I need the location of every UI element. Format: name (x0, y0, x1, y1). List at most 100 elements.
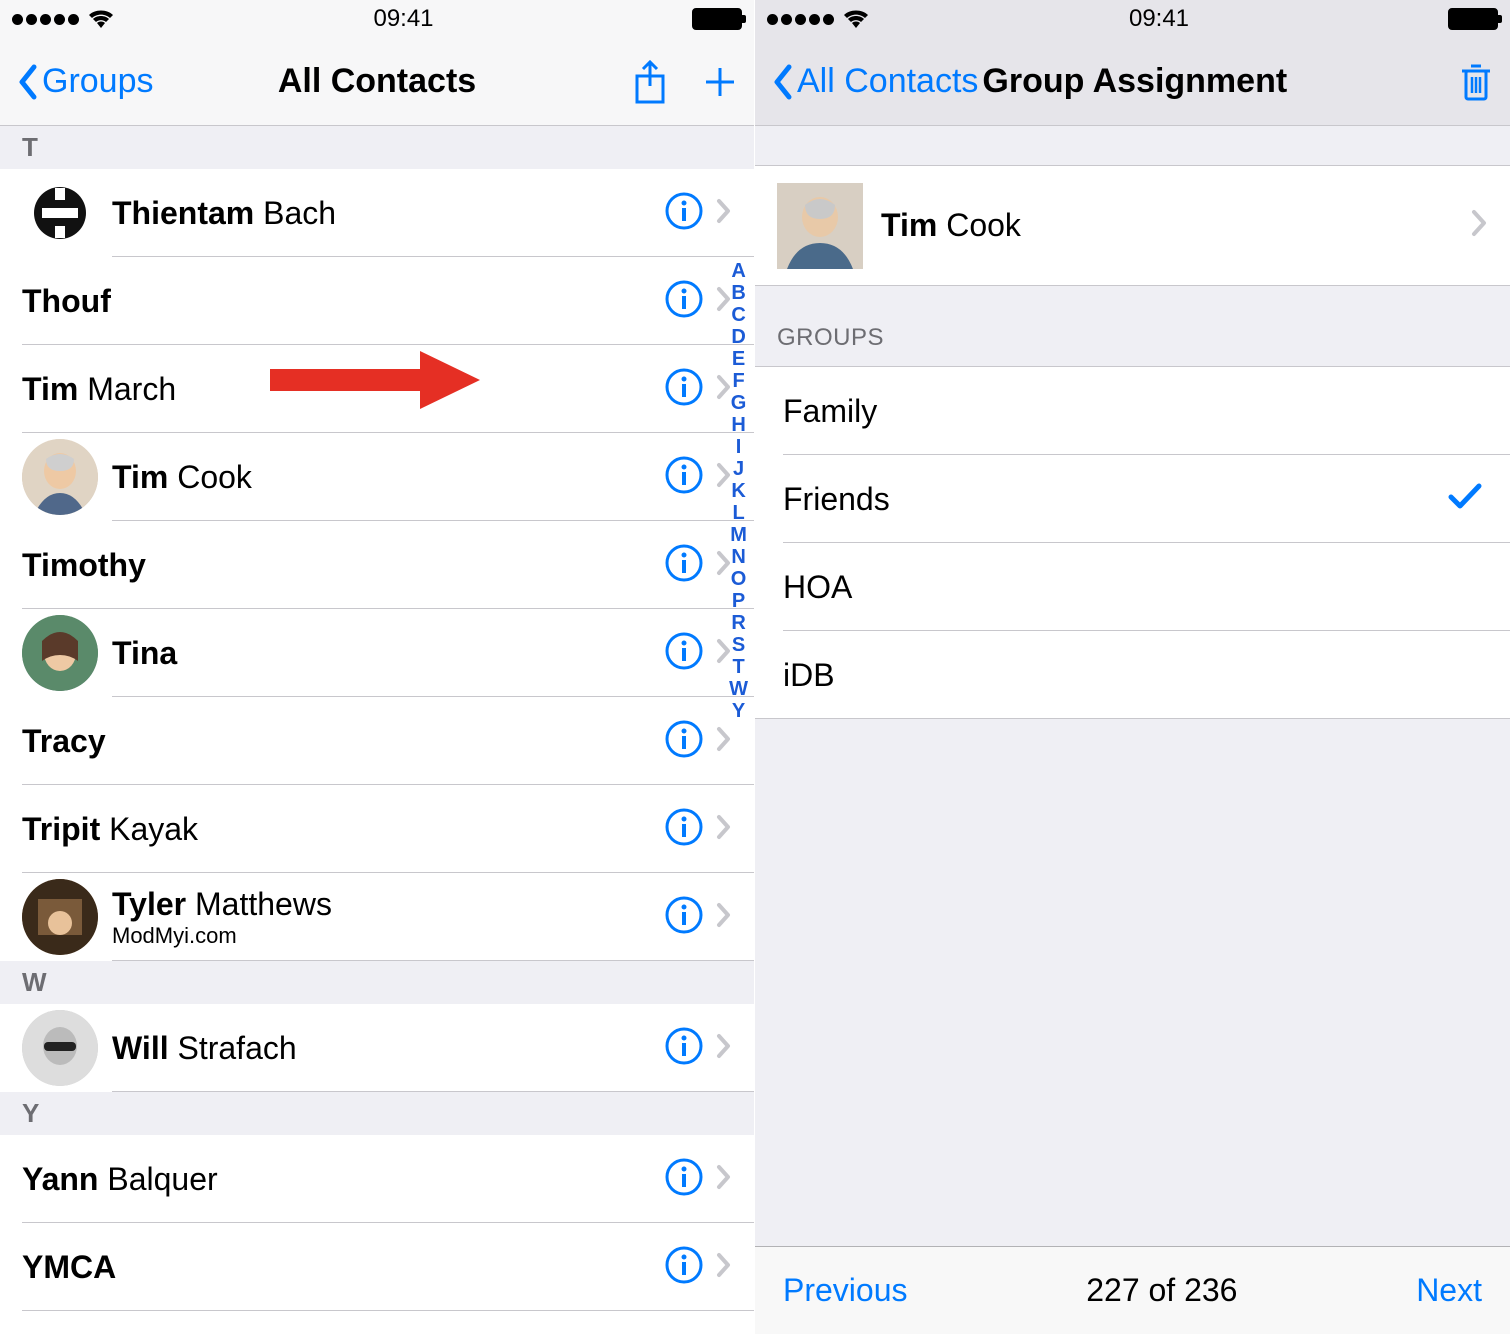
next-button[interactable]: Next (1416, 1272, 1482, 1309)
group-assignment-screen: 09:41 All Contacts Group Assignment Tim … (755, 0, 1510, 1334)
index-letter[interactable]: C (731, 304, 745, 326)
back-button[interactable]: All Contacts (771, 62, 978, 101)
contact-avatar (22, 879, 98, 955)
signal-dots-icon (767, 14, 834, 25)
contacts-list[interactable]: TThientam BachThoufTim MarchTim CookTimo… (0, 126, 754, 1334)
status-time: 09:41 (1129, 5, 1189, 33)
contact-row[interactable]: Tripit Kayak (0, 785, 754, 873)
group-row[interactable]: iDB (755, 631, 1510, 719)
info-icon[interactable] (664, 1026, 704, 1071)
spacer (755, 126, 1510, 166)
contacts-list-screen: 09:41 Groups All Contacts T Thientam Bach… (0, 0, 755, 1334)
group-name: iDB (783, 657, 1482, 694)
info-icon[interactable] (664, 1157, 704, 1202)
contact-row[interactable]: Tim Cook (0, 433, 754, 521)
back-button[interactable]: Groups (16, 62, 154, 101)
wifi-icon (87, 8, 115, 30)
contact-avatar (22, 439, 98, 515)
battery-icon (692, 8, 742, 30)
index-letter[interactable]: P (732, 590, 745, 612)
info-icon[interactable] (664, 719, 704, 764)
previous-button[interactable]: Previous (783, 1272, 908, 1309)
info-icon[interactable] (664, 367, 704, 412)
index-letter[interactable]: H (731, 414, 745, 436)
contact-row[interactable]: Tracy (0, 697, 754, 785)
status-bar: 09:41 (0, 0, 754, 38)
contact-name: Tripit Kayak (22, 811, 664, 848)
nav-bar: Groups All Contacts (0, 38, 754, 126)
nav-bar: All Contacts Group Assignment (755, 38, 1510, 126)
index-strip[interactable]: ABCDEFGHIJKLMNOPRSTWY (729, 260, 748, 722)
index-letter[interactable]: K (731, 480, 745, 502)
contact-row[interactable]: Tyler MatthewsModMyi.com (0, 873, 754, 961)
contact-header-row[interactable]: Tim Cook (755, 166, 1510, 286)
info-icon[interactable] (664, 455, 704, 500)
contact-row[interactable]: Thientam Bach (0, 169, 754, 257)
section-header: T (0, 126, 754, 169)
group-row[interactable]: Friends (755, 455, 1510, 543)
index-letter[interactable]: L (732, 502, 744, 524)
trash-icon[interactable] (1458, 61, 1494, 103)
contact-row[interactable]: Yann Balquer (0, 1135, 754, 1223)
contact-name: YMCA (22, 1249, 664, 1286)
index-letter[interactable]: Y (732, 700, 745, 722)
index-letter[interactable]: O (731, 568, 747, 590)
contact-name: Tina (112, 635, 664, 672)
contact-subtitle: ModMyi.com (112, 923, 664, 949)
chevron-right-icon (716, 1163, 732, 1196)
contact-avatar (777, 183, 863, 269)
index-letter[interactable]: B (731, 282, 745, 304)
info-icon[interactable] (664, 631, 704, 676)
index-letter[interactable]: M (730, 524, 747, 546)
info-icon[interactable] (664, 895, 704, 940)
index-letter[interactable]: D (731, 326, 745, 348)
back-label: Groups (42, 62, 154, 101)
index-letter[interactable]: N (731, 546, 745, 568)
position-count: 227 of 236 (1086, 1272, 1237, 1309)
contact-row[interactable]: Thouf (0, 257, 754, 345)
empty-area (755, 719, 1510, 1246)
index-letter[interactable]: R (731, 612, 745, 634)
contact-row[interactable]: Tina (0, 609, 754, 697)
index-letter[interactable]: S (732, 634, 745, 656)
chevron-right-icon (716, 1032, 732, 1065)
info-icon[interactable] (664, 279, 704, 324)
index-letter[interactable]: G (731, 392, 747, 414)
index-letter[interactable]: J (733, 458, 744, 480)
contact-row[interactable]: Timothy (0, 521, 754, 609)
share-icon[interactable] (632, 60, 668, 104)
group-row[interactable]: HOA (755, 543, 1510, 631)
contact-avatar (22, 175, 98, 251)
chevron-right-icon (716, 725, 732, 758)
contact-name: Tim Cook (112, 459, 664, 496)
contact-name: Tim Cook (881, 207, 1470, 244)
info-icon[interactable] (664, 1245, 704, 1290)
index-letter[interactable]: T (732, 656, 744, 678)
chevron-right-icon (1470, 208, 1488, 243)
info-icon[interactable] (664, 191, 704, 236)
chevron-right-icon (716, 813, 732, 846)
index-letter[interactable]: I (736, 436, 742, 458)
section-header: W (0, 961, 754, 1004)
group-row[interactable]: Family (755, 367, 1510, 455)
contact-row[interactable]: YMCA (0, 1223, 754, 1311)
chevron-right-icon (716, 1251, 732, 1284)
group-name: Family (783, 393, 1482, 430)
index-letter[interactable]: A (731, 260, 745, 282)
index-letter[interactable]: F (732, 370, 744, 392)
wifi-icon (842, 8, 870, 30)
add-icon[interactable] (702, 64, 738, 100)
info-icon[interactable] (664, 543, 704, 588)
index-letter[interactable]: E (732, 348, 745, 370)
contact-avatar (22, 1010, 98, 1086)
contact-name: Thientam Bach (112, 195, 664, 232)
info-icon[interactable] (664, 807, 704, 852)
group-list: Family FriendsHOA iDB (755, 366, 1510, 719)
contact-row[interactable]: Will Strafach (0, 1004, 754, 1092)
checkmark-icon (1448, 481, 1482, 518)
toolbar: Previous 227 of 236 Next (755, 1246, 1510, 1334)
index-letter[interactable]: W (729, 678, 748, 700)
section-header: Y (0, 1092, 754, 1135)
contact-name: Will Strafach (112, 1030, 664, 1067)
contact-name: Tyler Matthews (112, 886, 664, 923)
